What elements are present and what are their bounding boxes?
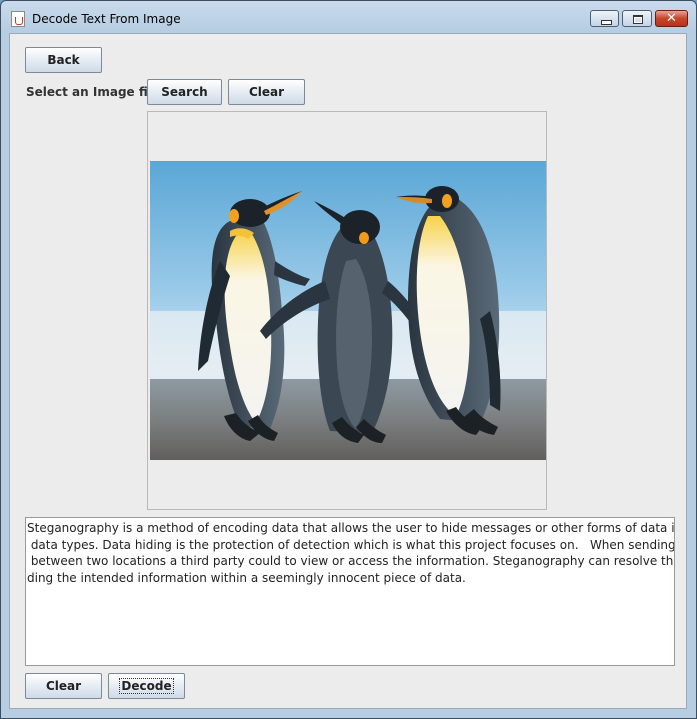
- penguins-image: [150, 161, 546, 460]
- title-bar[interactable]: Decode Text From Image ✕: [1, 1, 696, 33]
- back-button-label: Back: [47, 53, 80, 67]
- message-line-2: data types. Data hiding is the protectio…: [30, 537, 675, 552]
- select-image-label: Select an Image file: [26, 85, 160, 99]
- message-line-1: Steganography is a method of encoding da…: [27, 521, 675, 535]
- window-title: Decode Text From Image: [32, 12, 181, 26]
- java-app-icon[interactable]: [11, 11, 25, 27]
- message-line-4: ding the intended information within a s…: [27, 570, 466, 585]
- clear-image-button[interactable]: Clear: [228, 79, 305, 105]
- application-window: Decode Text From Image ✕ Back Select an …: [0, 0, 697, 719]
- maximize-button[interactable]: [622, 10, 652, 27]
- clear-message-button[interactable]: Clear: [25, 673, 102, 699]
- content-panel: Back Select an Image file Search Clear S…: [9, 33, 687, 709]
- decode-button[interactable]: Decode: [108, 673, 185, 699]
- search-button[interactable]: Search: [147, 79, 222, 105]
- clear-message-button-label: Clear: [45, 679, 82, 693]
- message-line-3: between two locations a third party coul…: [30, 554, 674, 568]
- clear-image-button-label: Clear: [248, 85, 285, 99]
- decode-button-label: Decode: [119, 678, 174, 694]
- message-textarea[interactable]: Steganography is a method of encoding da…: [25, 517, 675, 666]
- search-button-label: Search: [161, 85, 208, 99]
- back-button[interactable]: Back: [25, 47, 102, 73]
- close-icon: ✕: [666, 11, 677, 26]
- image-preview-panel: [147, 111, 547, 510]
- maximize-icon: [623, 11, 651, 26]
- minimize-icon: [591, 11, 618, 26]
- close-button[interactable]: ✕: [655, 10, 688, 27]
- minimize-button[interactable]: [590, 10, 619, 27]
